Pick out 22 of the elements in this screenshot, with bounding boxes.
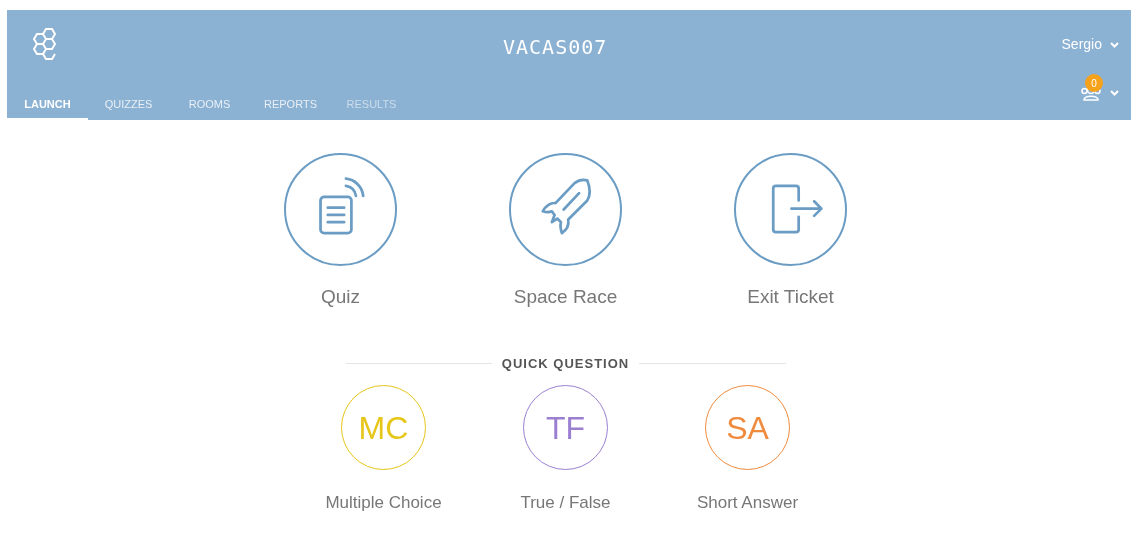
chevron-down-icon — [1110, 41, 1119, 48]
nav-tab[interactable]: ROOMS — [169, 92, 250, 120]
nav-tab[interactable]: QUIZZES — [88, 92, 169, 120]
question-type-label: Short Answer — [696, 492, 799, 514]
section-title: QUICK QUESTION — [500, 354, 631, 373]
notification-badge: 0 — [1085, 74, 1103, 92]
question-type-label: Multiple Choice — [325, 492, 442, 514]
activity-label: Exit Ticket — [747, 285, 834, 309]
activity-label: Quiz — [320, 285, 361, 309]
nav-tab[interactable]: REPORTS — [250, 92, 331, 120]
question-type-label: True / False — [520, 492, 611, 514]
activity-button[interactable] — [509, 153, 622, 266]
chevron-down-icon[interactable] — [1110, 90, 1119, 96]
nav-tab[interactable]: LAUNCH — [7, 92, 88, 120]
user-menu[interactable]: Sergio — [1061, 34, 1119, 55]
document-signal-icon — [319, 177, 365, 235]
activity-label: Space Race — [513, 285, 618, 309]
rocket-icon — [541, 178, 592, 235]
activity-button[interactable] — [284, 153, 397, 266]
exit-door-icon — [771, 184, 823, 234]
room-name: VACAS007 — [503, 34, 608, 61]
activity-button[interactable] — [734, 153, 847, 266]
